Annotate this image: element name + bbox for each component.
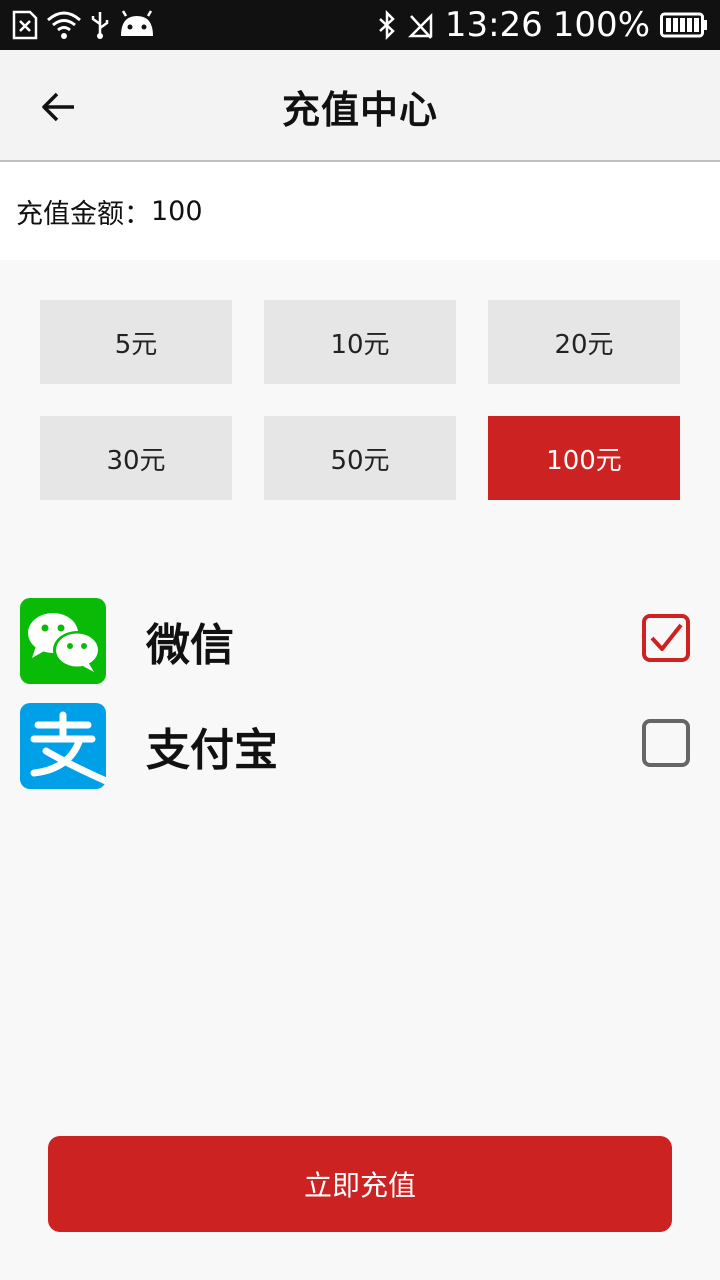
wechat-icon [20,598,106,684]
check-icon [648,622,684,654]
back-button[interactable] [30,84,86,130]
recharge-now-button[interactable]: 立即充值 [48,1136,672,1232]
bluetooth-icon [377,10,397,40]
alipay-label: 支付宝 [146,725,278,776]
wechat-label: 微信 [146,620,234,671]
battery-percent: 100% [552,5,650,45]
amount-option-10[interactable]: 10元 [264,300,456,384]
status-left-icons [12,8,156,42]
wifi-icon [46,10,82,40]
alipay-icon [20,703,106,789]
battery-icon [660,11,708,39]
status-time: 13:26 [444,5,543,45]
payment-method-alipay[interactable]: 支付宝 [20,703,700,789]
recharge-amount-row: 充值金额： 100 [0,162,720,260]
amount-option-50[interactable]: 50元 [264,416,456,500]
status-bar: 13:26 100% [0,0,720,50]
sim-missing-icon [12,10,38,40]
amount-option-20[interactable]: 20元 [488,300,680,384]
status-right-icons: 13:26 100% [377,6,708,44]
arrow-left-icon [40,91,76,123]
no-signal-icon [407,10,435,40]
alipay-checkbox[interactable] [642,719,690,767]
amount-option-5[interactable]: 5元 [40,300,232,384]
page-title: 充值中心 [281,87,438,132]
wechat-checkbox[interactable] [642,614,690,662]
usb-icon [90,10,110,40]
payment-method-wechat[interactable]: 微信 [20,598,700,684]
app-header: 充值中心 [0,50,720,162]
amount-option-30[interactable]: 30元 [40,416,232,500]
amount-options-grid: 5元 10元 20元 30元 50元 100元 [40,300,680,500]
recharge-amount-label: 充值金额： [16,198,151,230]
recharge-amount-value: 100 [151,195,203,227]
amount-option-100[interactable]: 100元 [488,416,680,500]
android-icon [118,10,156,40]
